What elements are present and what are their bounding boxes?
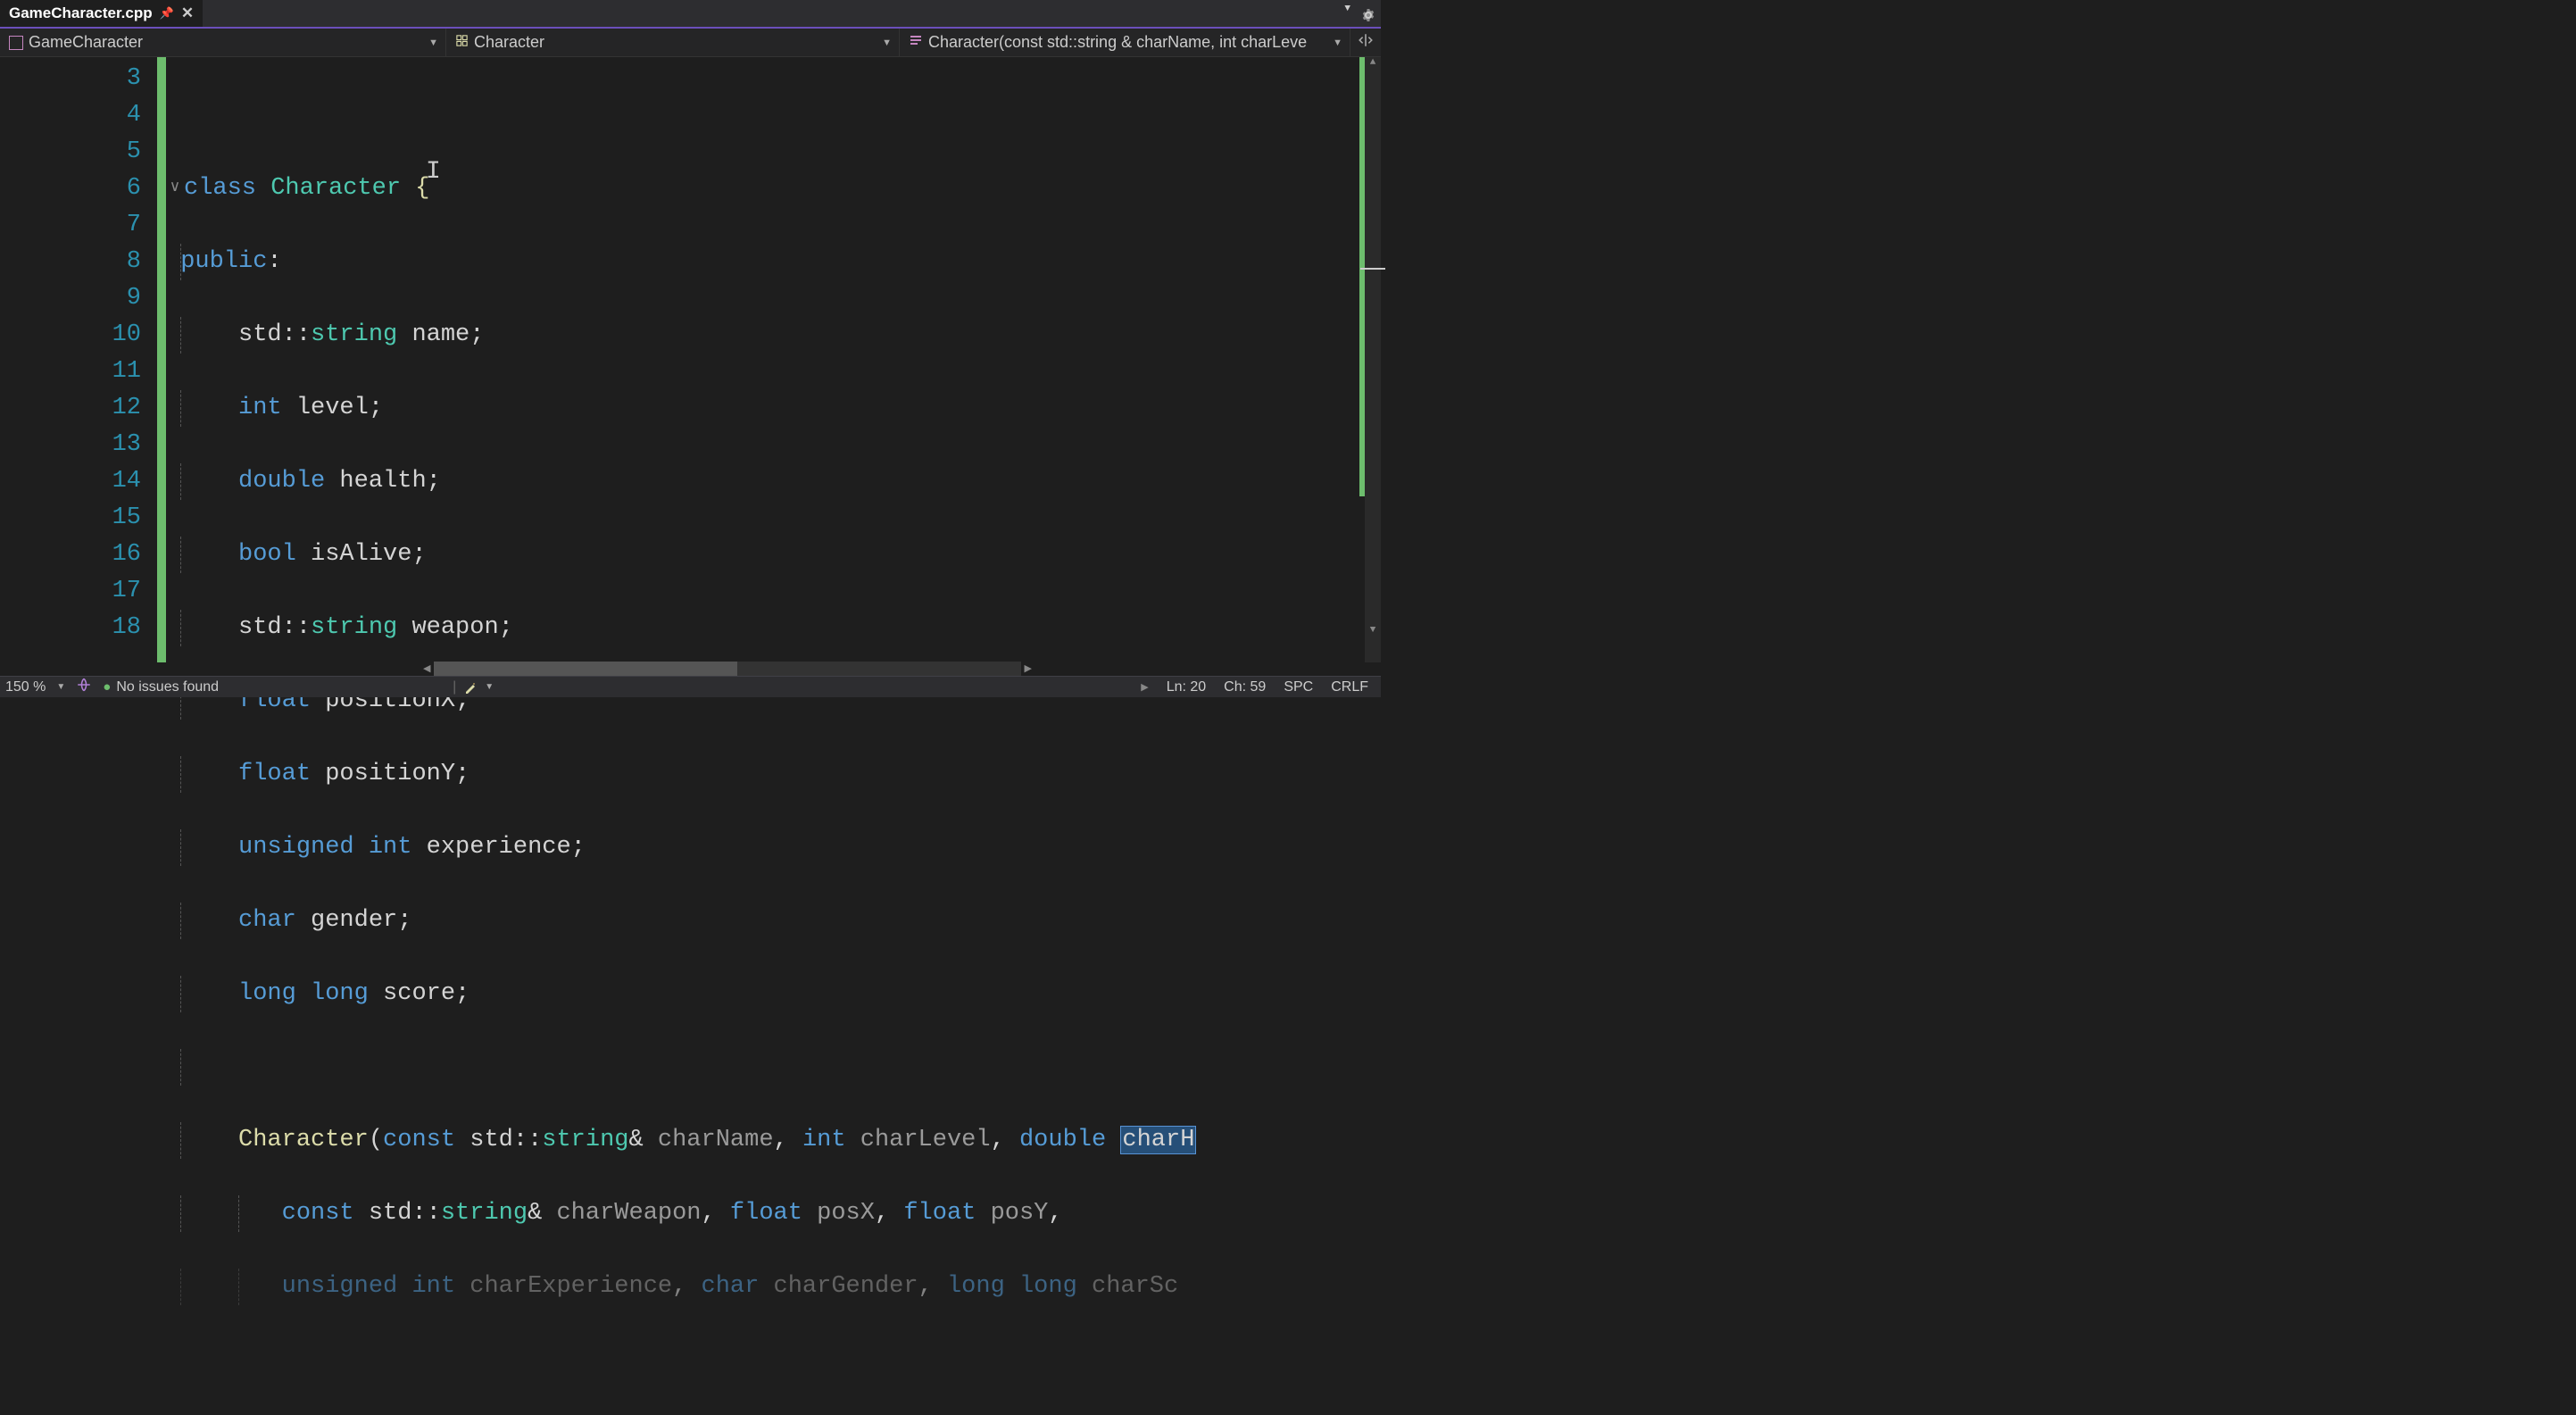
nav-scope-label: GameCharacter [29, 33, 143, 52]
chevron-down-icon: ▼ [882, 37, 892, 48]
play-icon[interactable]: ▶ [1141, 681, 1148, 693]
fold-icon[interactable]: ∨ [166, 170, 184, 206]
nav-scope-dropdown[interactable]: GameCharacter ▼ [0, 29, 446, 56]
nav-class-label: Character [474, 33, 544, 52]
status-indent[interactable]: SPC [1284, 679, 1313, 695]
tab-bar-right: ▼ [1344, 4, 1375, 30]
scroll-left-icon[interactable]: ◀ [420, 662, 434, 675]
navigation-bar: GameCharacter ▼ Character ▼ Character(co… [0, 27, 1381, 57]
error-status[interactable]: ● No issues found [103, 679, 219, 695]
nav-method-label: Character(const std::string & charName, … [928, 33, 1307, 52]
vertical-scrollbar[interactable]: ▲ ▼ [1365, 57, 1381, 662]
caret-marker [1360, 268, 1385, 270]
change-indicator [157, 57, 166, 662]
split-editor-icon[interactable] [1350, 29, 1381, 56]
quick-actions[interactable]: | ▼ [453, 679, 494, 695]
hscroll-track[interactable] [434, 662, 1020, 676]
dropdown-icon[interactable]: ▼ [1344, 4, 1350, 30]
method-icon [909, 33, 923, 52]
code-editor[interactable]: 3 4 5 6 7 8 9 10 11 12 13 14 15 16 17 18… [0, 57, 1381, 662]
line-number-gutter: 3 4 5 6 7 8 9 10 11 12 13 14 15 16 17 18 [34, 57, 157, 662]
scrollbar-track[interactable] [1365, 71, 1381, 625]
close-icon[interactable]: ✕ [181, 4, 194, 22]
scroll-down-icon[interactable]: ▼ [1365, 625, 1381, 639]
pin-icon[interactable]: 📌 [160, 6, 174, 21]
intellicode-icon[interactable] [76, 677, 92, 697]
scope-icon [9, 36, 23, 50]
horizontal-scrollbar[interactable]: ◀ ▶ [420, 662, 1035, 676]
chevron-down-icon[interactable]: ▼ [56, 682, 65, 692]
status-char[interactable]: Ch: 59 [1224, 679, 1266, 695]
chevron-down-icon: ▼ [1333, 37, 1342, 48]
tab-bar: GameCharacter.cpp 📌 ✕ ▼ [0, 0, 1381, 27]
hscroll-thumb[interactable] [434, 662, 737, 676]
zoom-level[interactable]: 150 % [5, 679, 46, 695]
check-icon: ● [103, 679, 111, 695]
code-area[interactable]: ∨class Character { public: std::string n… [166, 57, 1381, 662]
chevron-down-icon: ▼ [428, 37, 438, 48]
gear-icon[interactable] [1361, 4, 1375, 30]
status-bar: 150 % ▼ ● No issues found | ▼ ▶ Ln: 20 C… [0, 676, 1381, 697]
file-tab[interactable]: GameCharacter.cpp 📌 ✕ [0, 0, 203, 27]
status-line[interactable]: Ln: 20 [1167, 679, 1206, 695]
breakpoint-margin[interactable] [0, 57, 34, 662]
nav-method-dropdown[interactable]: Character(const std::string & charName, … [900, 29, 1350, 56]
tab-filename: GameCharacter.cpp [9, 4, 153, 22]
class-icon [455, 33, 469, 52]
scroll-right-icon[interactable]: ▶ [1021, 662, 1035, 675]
no-issues-label: No issues found [116, 679, 219, 695]
selected-text: charH [1120, 1126, 1196, 1154]
status-eol[interactable]: CRLF [1331, 679, 1368, 695]
nav-class-dropdown[interactable]: Character ▼ [446, 29, 900, 56]
scroll-up-icon[interactable]: ▲ [1365, 57, 1381, 71]
